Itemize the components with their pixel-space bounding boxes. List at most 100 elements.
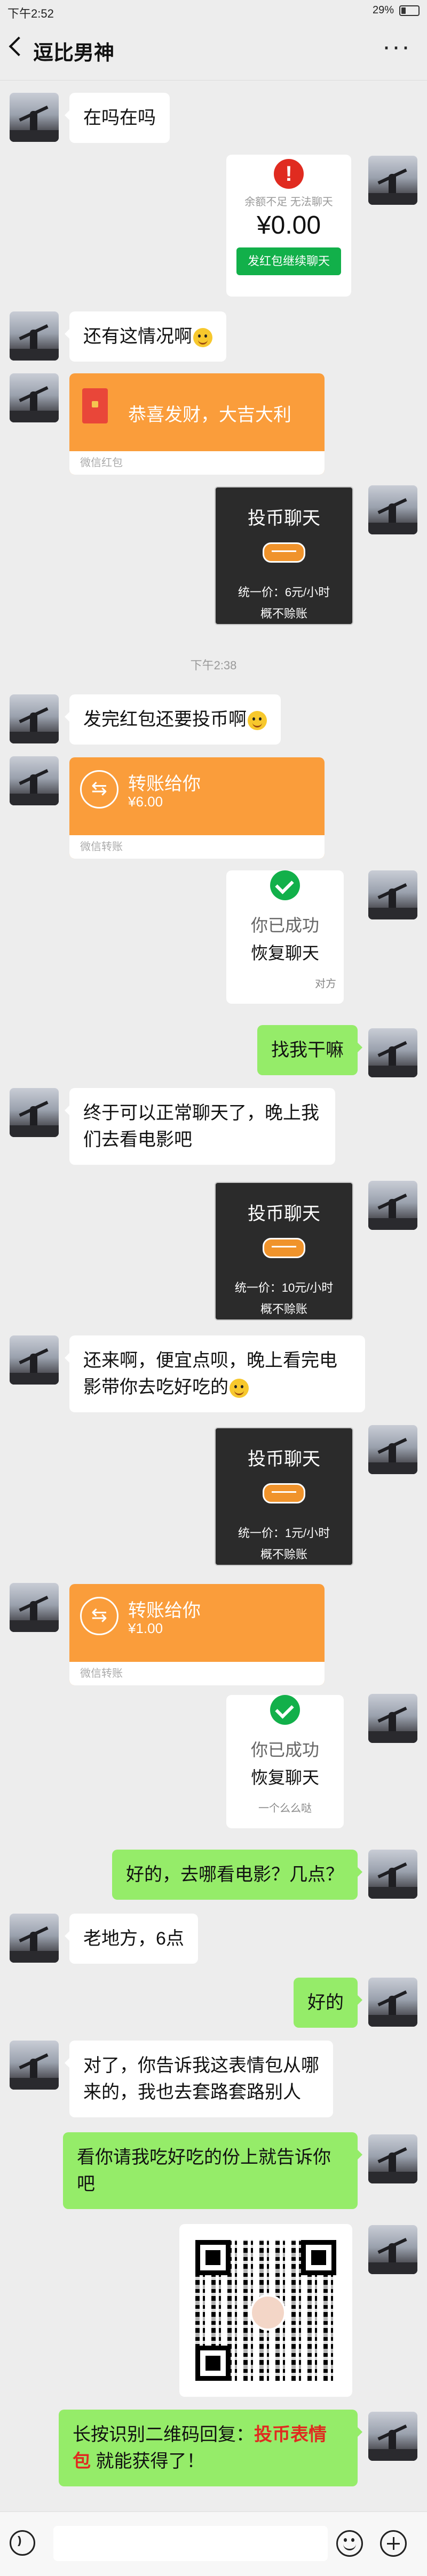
my-avatar[interactable] [368,1425,417,1474]
contact-avatar[interactable] [10,1914,59,1963]
message-bubble-received[interactable]: 终于可以正常聊天了，晚上我们去看电影吧 [65,1088,335,1165]
contact-avatar[interactable] [10,1583,59,1632]
coin-card-title: 投币聊天 [248,508,320,529]
message-bubble-sent[interactable]: 好的，去哪看电影？几点？ [112,1850,362,1900]
grin-emoji-icon [193,328,212,348]
transfer-title: 转账给你 [128,1601,201,1621]
send-red-packet-button[interactable]: 发红包继续聊天 [236,247,341,275]
transfer-amount: ¥6.00 [128,794,163,810]
chat-timestamp: 下午2:38 [190,659,237,672]
coin-chat-sticker[interactable]: 投币聊天 统一价：10元/小时 概不赊账 [215,1182,353,1321]
restored-line2: 恢复聊天 [250,1768,319,1787]
message-bubble-sent[interactable]: 好的 [294,1978,362,2028]
red-packet-text: 恭喜发财，大吉大利 [128,405,291,425]
coin-card-title: 投币聊天 [248,1449,320,1469]
coin-card-price: 统一价：10元/小时 [234,1281,334,1294]
contact-avatar[interactable] [10,1335,59,1385]
my-avatar[interactable] [368,156,417,205]
transfer-icon [80,1597,118,1635]
my-avatar[interactable] [368,2225,417,2274]
message-bubble-received[interactable]: 还来啊，便宜点呗，晚上看完电影带你去吃好吃的 [65,1335,365,1412]
message-text: 对了，你告诉我这表情包从哪来的，我也去套路套路别人 [83,2055,319,2102]
chat-header: 逗比男神 ··· [0,22,427,81]
message-bubble-received[interactable]: 发完红包还要投币啊 [65,694,281,745]
coin-icon [263,1238,305,1258]
qr-finder-marker [301,2240,336,2275]
my-avatar[interactable] [368,1978,417,2027]
transfer-amount: ¥1.00 [128,1620,163,1636]
transfer-footer: 微信转账 [69,1662,325,1685]
restored-sign: 对方 [315,978,336,990]
my-avatar[interactable] [368,1694,417,1743]
restored-sign: 一个么么哒 [258,1803,312,1814]
battery-icon [399,5,420,16]
message-bubble-sent[interactable]: 看你请我吃好吃的份上就告诉你吧 [63,2132,362,2209]
message-text: 找我干嘛 [271,1040,344,1060]
transfer-icon [80,770,118,809]
coin-chat-sticker[interactable]: 投币聊天 统一价：6元/小时 概不赊账 [215,486,353,625]
chat-title: 逗比男神 [33,42,115,65]
voice-input-icon[interactable] [10,2530,35,2556]
message-text: 在吗在吗 [83,108,156,128]
restored-line2: 恢复聊天 [250,943,319,963]
message-bubble-received[interactable]: 还有这情况啊 [65,311,226,362]
message-bubble-received[interactable]: 对了，你告诉我这表情包从哪来的，我也去套路套路别人 [65,2041,333,2117]
coin-card-note: 概不赊账 [260,1548,307,1561]
qr-center-avatar [250,2294,286,2331]
warning-icon: ! [274,159,304,189]
balance-card[interactable]: ! 余额不足 无法聊天 ¥0.00 发红包继续聊天 [226,155,351,297]
red-packet-footer: 微信红包 [69,451,325,475]
smile-emoji-icon [230,1379,249,1398]
coin-icon [263,1483,305,1503]
back-arrow-icon[interactable] [9,36,29,57]
my-avatar[interactable] [368,870,417,919]
restored-line1: 你已成功 [250,916,319,935]
coin-card-note: 概不赊账 [260,607,307,620]
more-actions-plus-icon[interactable] [380,2530,407,2557]
contact-avatar[interactable] [10,1088,59,1137]
my-avatar[interactable] [368,1028,417,1077]
coin-card-price: 统一价：6元/小时 [238,586,330,599]
contact-avatar[interactable] [10,2041,59,2090]
contact-avatar[interactable] [10,311,59,361]
message-text: 就能获得了！ [96,2451,205,2471]
qr-finder-marker [195,2346,231,2381]
transfer-card[interactable]: 转账给你 ¥6.00 微信转账 [69,757,325,859]
status-icons: 29% [373,4,420,17]
message-bubble-sent[interactable]: 长按识别二维码回复：投币表情包 就能获得了！ [59,2410,362,2486]
contact-avatar[interactable] [10,93,59,142]
message-input[interactable] [53,2526,328,2561]
contact-avatar[interactable] [10,756,59,805]
message-bubble-received[interactable]: 老地方，6点 [65,1914,198,1964]
status-time: 下午2:52 [7,7,54,20]
transfer-footer: 微信转账 [69,835,325,859]
message-text: 终于可以正常聊天了，晚上我们去看电影吧 [83,1103,319,1150]
laugh-cry-emoji-icon [248,711,267,731]
chat-restored-card[interactable]: 你已成功 恢复聊天 一个么么哒 [226,1695,344,1828]
message-text: 还来啊，便宜点呗，晚上看完电影带你去吃好吃的 [83,1350,337,1397]
transfer-card[interactable]: 转账给你 ¥1.00 微信转账 [69,1584,325,1685]
input-bar [0,2511,427,2576]
contact-avatar[interactable] [10,694,59,743]
my-avatar[interactable] [368,2134,417,2183]
contact-avatar[interactable] [10,373,59,422]
more-options-button[interactable]: ··· [382,32,411,61]
my-avatar[interactable] [368,2412,417,2461]
message-text: 老地方，6点 [83,1929,184,1949]
chat-restored-card[interactable]: 你已成功 恢复聊天 对方 [226,870,344,1004]
my-avatar[interactable] [368,485,417,534]
qr-code-image[interactable] [179,2224,352,2397]
emoji-picker-icon[interactable] [336,2530,363,2557]
balance-amount: ¥0.00 [256,211,321,239]
red-packet-card[interactable]: 恭喜发财，大吉大利 微信红包 [69,373,325,475]
message-text: 好的，去哪看电影？几点？ [126,1865,344,1885]
my-avatar[interactable] [368,1181,417,1230]
coin-card-title: 投币聊天 [248,1204,320,1224]
coin-icon [263,542,305,563]
my-avatar[interactable] [368,1850,417,1899]
success-check-icon [270,1695,300,1725]
message-text: 还有这情况啊 [83,326,192,347]
message-bubble-sent[interactable]: 找我干嘛 [257,1025,362,1075]
message-bubble-received[interactable]: 在吗在吗 [65,93,170,143]
coin-chat-sticker[interactable]: 投币聊天 统一价：1元/小时 概不赊账 [215,1427,353,1566]
